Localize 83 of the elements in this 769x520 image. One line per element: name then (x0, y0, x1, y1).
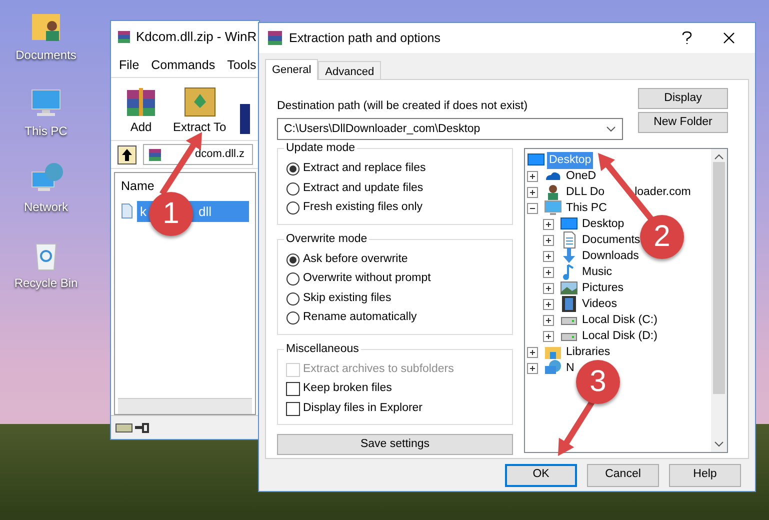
tree-item[interactable]: Local Disk (D:) (580, 328, 660, 345)
books-icon (117, 30, 131, 44)
expander-icon[interactable] (543, 234, 554, 246)
scrollbar[interactable] (711, 149, 727, 452)
dialog-title: Extraction path and options (289, 30, 442, 47)
tree-item[interactable]: Videos (580, 296, 619, 313)
monitor-icon (544, 199, 562, 218)
download-arrow-icon (560, 247, 578, 266)
option-label[interactable]: Keep broken files (303, 380, 392, 398)
dialog-button[interactable]: OK (505, 464, 577, 487)
expander-icon[interactable] (527, 186, 538, 198)
save-settings-button[interactable]: Save settings (277, 434, 513, 456)
option-label[interactable]: Rename automatically (303, 309, 417, 327)
tree-item[interactable]: Desktop (580, 216, 626, 233)
books-icon (267, 30, 283, 46)
tab[interactable]: General (265, 59, 318, 80)
expander-icon[interactable] (527, 170, 538, 182)
chevron-down-icon (714, 441, 724, 448)
books-icon (148, 148, 162, 162)
option-label[interactable]: Display files in Explorer (303, 400, 423, 418)
tree-item[interactable]: N (564, 360, 576, 377)
option-label[interactable]: Fresh existing files only (303, 199, 423, 217)
tree-item[interactable]: This PC (564, 200, 609, 217)
expander-icon[interactable] (543, 266, 554, 278)
option-label[interactable]: Overwrite without prompt (303, 270, 431, 288)
tree-item[interactable]: Local Disk (C:) (580, 312, 660, 329)
option-label[interactable]: Skip existing files (303, 290, 392, 308)
option-label[interactable]: Extract and update files (303, 180, 424, 198)
radio-button[interactable] (286, 292, 300, 306)
path-field[interactable]: dcom.dll.z (143, 144, 253, 165)
radio-button[interactable] (286, 272, 300, 286)
expander-icon[interactable] (543, 314, 554, 326)
tree-item[interactable]: Downloads (580, 248, 641, 265)
expander-icon[interactable] (527, 202, 538, 214)
file-icon (121, 203, 133, 220)
tree-item[interactable]: Libraries (564, 344, 612, 361)
radio-button[interactable] (286, 252, 300, 267)
chevron-up-icon (714, 154, 724, 160)
radio-button[interactable] (286, 201, 300, 216)
toolbar-button[interactable]: Extract To (173, 82, 226, 136)
picture-icon (560, 279, 578, 298)
expander-icon[interactable] (543, 218, 554, 230)
dialog-button[interactable]: Help (669, 464, 741, 487)
menu-item[interactable]: Tools (227, 56, 256, 74)
path-text: dcom.dll.z (195, 147, 245, 162)
field-label: Destination path (will be created if does not exist) (277, 99, 529, 114)
pointer-arrow-overlay (558, 400, 594, 456)
tree-item[interactable]: Pictures (580, 280, 626, 297)
tree-item[interactable]: Music (580, 264, 614, 281)
window-title: Kdcom.dll.zip - WinR (136, 28, 257, 46)
dialog-button[interactable]: Cancel (587, 464, 659, 487)
expander-icon[interactable] (543, 298, 554, 310)
checkbox[interactable] (286, 402, 300, 416)
menu-item[interactable]: File (119, 56, 140, 74)
expander-icon[interactable] (543, 250, 554, 262)
tree-item[interactable]: Documents (580, 232, 642, 249)
expander-icon[interactable] (527, 362, 538, 374)
up-folder-icon[interactable] (117, 144, 137, 164)
film-icon (560, 295, 578, 314)
close-icon (723, 32, 735, 44)
help-icon (682, 31, 692, 46)
radio-button[interactable] (286, 162, 300, 176)
expander-icon[interactable] (543, 330, 554, 342)
option-label[interactable]: Extract and replace files (303, 160, 426, 178)
chevron-down-icon (606, 126, 616, 132)
toolbar-button[interactable]: Add (123, 82, 159, 136)
disk-drive-icon (561, 317, 577, 326)
radio-button[interactable] (286, 311, 300, 326)
menu-item[interactable]: Commands (151, 56, 216, 74)
expander-icon[interactable] (527, 346, 538, 358)
tree-item[interactable]: DLL Do loader.com (564, 184, 693, 201)
expander-icon[interactable] (543, 282, 554, 294)
scrollbar[interactable] (118, 398, 252, 414)
tab[interactable]: Advanced (318, 61, 382, 80)
path-combobox[interactable]: C:\Users\DllDownloader_com\Desktop (277, 118, 623, 140)
tree-item[interactable]: OneD (564, 168, 598, 185)
checkbox[interactable] (286, 382, 300, 396)
drive-key-icon (115, 422, 149, 434)
radio-button[interactable] (286, 182, 300, 196)
dialog-button[interactable]: Display (638, 88, 728, 110)
dialog-button[interactable]: New Folder (638, 112, 728, 134)
disk-drive-icon (561, 333, 577, 342)
option-label[interactable]: Ask before overwrite (303, 250, 408, 268)
